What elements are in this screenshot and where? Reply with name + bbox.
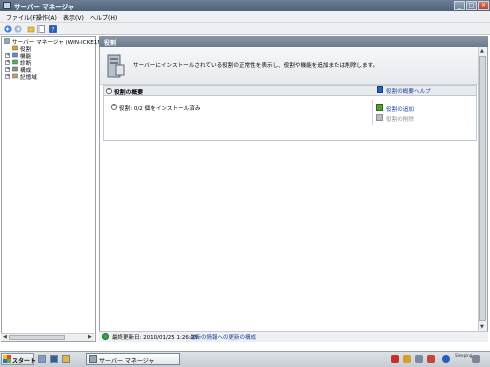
configuration-icon [12,66,18,72]
summary-divider [372,100,373,125]
help-icon[interactable]: ? [49,25,57,33]
tray-tools-icon[interactable] [415,355,423,363]
summary-help-icon [377,86,383,93]
expand-features-toggle[interactable]: + [5,53,10,58]
roles-installed-count: 役割: 0/2 個をインストール済み [119,106,201,112]
server-manager-icon [4,38,10,44]
roles-summary-body [103,96,477,141]
menu-help[interactable]: ヘルプ(H) [90,13,117,22]
taskbar-server-manager-icon [89,355,97,363]
quicklaunch-explorer-icon[interactable] [62,355,70,363]
expand-configuration-toggle[interactable]: + [5,67,10,72]
expand-storage-toggle[interactable]: + [5,74,10,79]
scroll-left-icon[interactable]: ◀ [3,334,7,340]
server-roles-icon [107,54,125,78]
expand-diagnostics-toggle[interactable]: + [5,60,10,65]
remove-roles-icon [376,114,383,121]
storage-icon [12,73,18,79]
start-label: スタート [12,358,37,365]
tray-security-icon[interactable] [391,355,399,363]
up-icon[interactable] [27,25,35,33]
details-header: 役割 [99,36,488,47]
tray-speaker-icon[interactable] [472,355,480,363]
diagnostics-icon [12,59,18,65]
roles-icon [12,45,18,51]
collapse-roles-toggle[interactable]: ^ [111,104,117,110]
taskbar-task-label: サーバー マネージャ [99,358,155,365]
roles-summary-title: 役割の概要 [114,90,143,96]
show-hide-tree-icon[interactable] [37,25,45,33]
svg-text:?: ? [51,26,54,33]
navigation-tree[interactable] [1,36,96,342]
collapse-summary-toggle[interactable]: ^ [106,88,112,94]
close-button[interactable]: × [478,1,489,10]
features-icon [12,52,18,58]
roles-summary-help-link[interactable]: 役割の概要ヘルプ [386,87,431,95]
menu-view[interactable]: 表示(V) [63,13,84,22]
banner-description: サーバーにインストールされている役割の正常性を表示し、役割や機能を追加または削除… [133,63,379,69]
tree-scrollbar-thumb[interactable] [9,335,65,340]
scroll-right-icon[interactable]: ▶ [88,334,92,340]
tray-ime-icon[interactable] [403,355,411,363]
tray-help-icon[interactable] [442,355,450,363]
menu-bar: ファイル(F) 操作(A) 表示(V) ヘルプ(H) [0,11,490,23]
windows-logo-icon [3,355,11,363]
taskbar-clock[interactable]: Sleeping [455,353,472,358]
maximize-button[interactable]: □ [466,1,477,10]
back-icon[interactable] [4,25,12,33]
details-header-title: 役割 [104,40,117,47]
configure-refresh-link[interactable]: 最新の情報への更新の構成 [190,333,256,341]
server-manager-app-icon [3,2,11,9]
add-roles-link[interactable]: 役割の追加 [386,105,414,113]
window-title: サーバー マネージャ [14,3,75,11]
menu-action[interactable]: 操作(A) [36,13,57,22]
scroll-up-icon[interactable]: ▲ [480,48,484,54]
minimize-button[interactable]: _ [454,1,465,10]
remove-roles-link[interactable]: 役割の削除 [386,115,414,123]
forward-icon[interactable] [14,25,22,33]
add-roles-icon [376,104,383,111]
last-refresh-text: 最終更新日: 2010/01/25 1:26:25 [112,335,198,341]
menu-file[interactable]: ファイル(F) [6,13,38,22]
quicklaunch-server-manager-icon[interactable] [38,355,46,363]
toolbar: ? [0,23,490,35]
title-bar[interactable]: サーバー マネージャ _ □ × [0,0,490,11]
refresh-status-icon [102,333,109,340]
details-scrollbar-thumb[interactable] [479,56,486,321]
scroll-down-icon[interactable]: ▼ [480,324,484,330]
quicklaunch-powershell-icon[interactable] [50,355,58,363]
tray-network-icon[interactable] [427,355,435,363]
tree-item-storage[interactable]: 記憶域 [20,73,37,81]
